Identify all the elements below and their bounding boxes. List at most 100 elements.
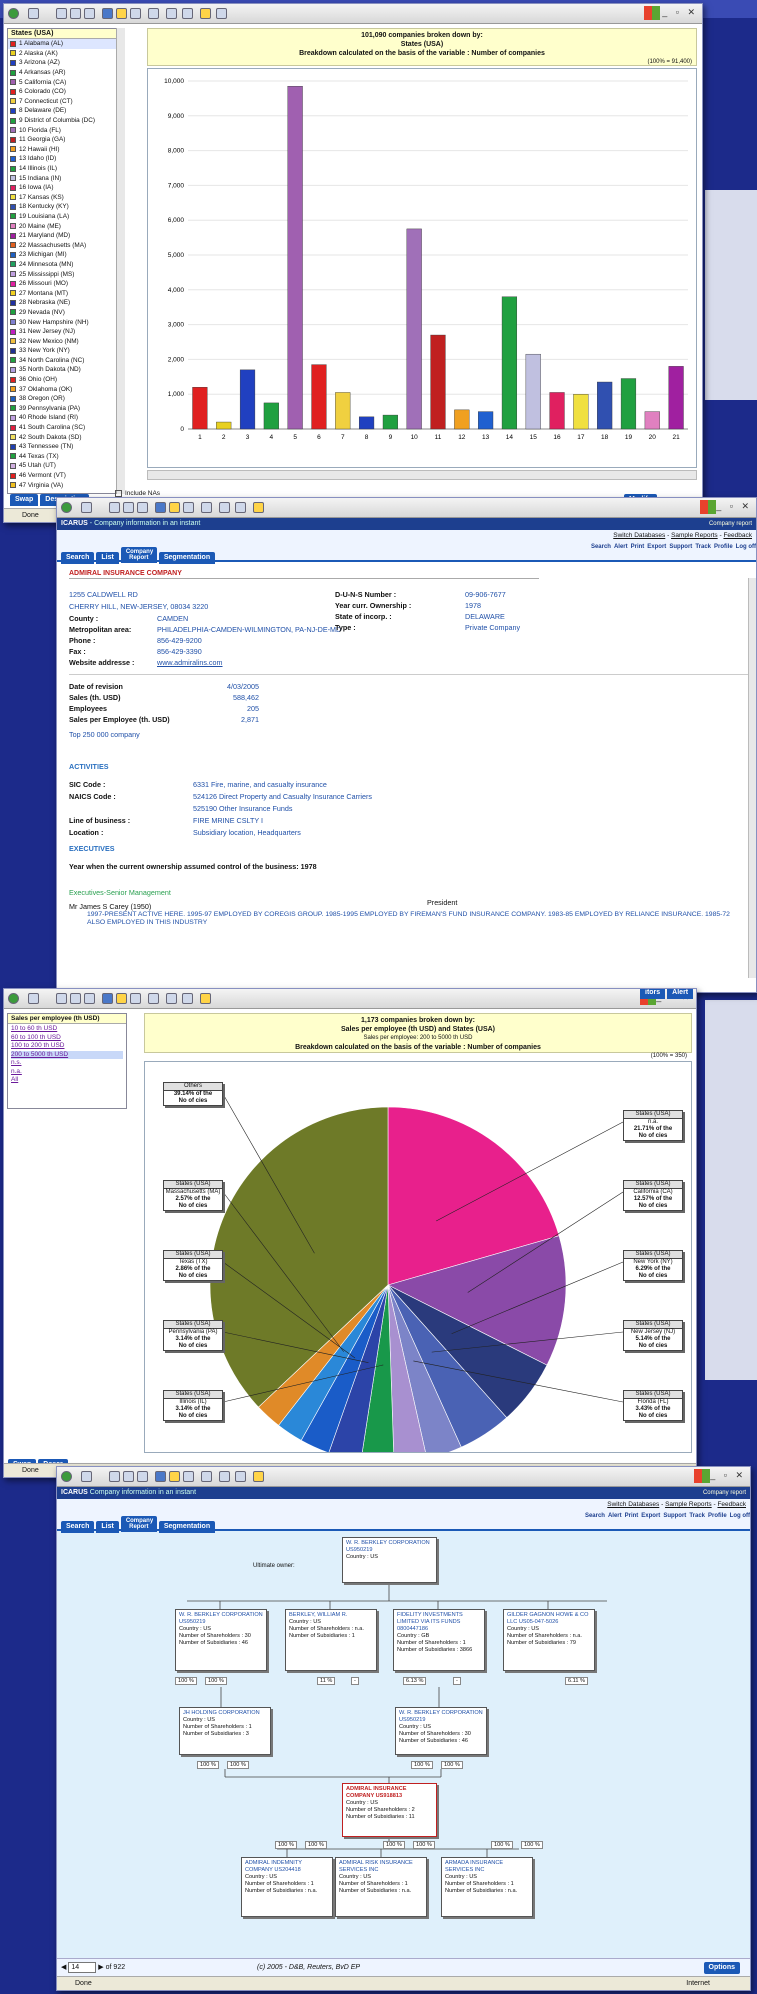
legend-item[interactable]: 20 Maine (ME): [8, 221, 124, 231]
bar[interactable]: [478, 411, 494, 430]
bar[interactable]: [382, 414, 398, 430]
bar[interactable]: [549, 392, 565, 430]
company-node-name[interactable]: W. R. BERKLEY CORPORATION US950219: [179, 1612, 263, 1626]
favorites-icon[interactable]: [169, 1471, 180, 1482]
legend-item[interactable]: 37 Oklahoma (OK): [8, 384, 124, 394]
company-node[interactable]: ADMIRAL RISK INSURANCE SERVICES INC Count…: [335, 1857, 427, 1917]
filter-option[interactable]: 10 to 60 th USD: [11, 1025, 123, 1034]
options-button[interactable]: Options: [703, 1962, 740, 1974]
page-input[interactable]: 14: [68, 1962, 97, 1973]
home-icon[interactable]: [84, 8, 95, 19]
bar[interactable]: [358, 416, 375, 430]
editors-button[interactable]: itors: [640, 989, 666, 999]
legend-item[interactable]: 1 Alabama (AL): [8, 39, 124, 49]
print-icon[interactable]: [219, 1471, 230, 1482]
legend-item[interactable]: 45 Utah (UT): [8, 461, 124, 471]
legend-item[interactable]: 47 Virginia (VA): [8, 480, 124, 490]
bar[interactable]: [239, 369, 256, 430]
folder-icon[interactable]: [200, 8, 211, 19]
bar[interactable]: [644, 411, 660, 430]
company-node-name[interactable]: ADMIRAL RISK INSURANCE SERVICES INC: [339, 1860, 423, 1874]
tool-support[interactable]: Support: [669, 544, 692, 550]
swap-button[interactable]: Swap: [10, 494, 39, 506]
legend-item[interactable]: 34 North Carolina (NC): [8, 356, 124, 366]
sample-reports-link[interactable]: Sample Reports: [665, 1501, 712, 1508]
chart-scrollbar[interactable]: [147, 470, 697, 480]
folder-icon[interactable]: [253, 502, 264, 513]
folder-icon[interactable]: [253, 1471, 264, 1482]
legend-item[interactable]: 23 Michigan (MI): [8, 250, 124, 260]
company-node[interactable]: ADMIRAL INSURANCE COMPANY US918813 Countr…: [342, 1783, 437, 1837]
legend-item[interactable]: 42 South Dakota (SD): [8, 432, 124, 442]
legend-item[interactable]: 11 Georgia (GA): [8, 135, 124, 145]
tool-profile[interactable]: Profile: [708, 1513, 727, 1519]
mail-icon[interactable]: [148, 8, 159, 19]
company-node-name[interactable]: ADMIRAL INSURANCE COMPANY US918813: [346, 1786, 433, 1800]
legend-item[interactable]: 41 South Carolina (SC): [8, 423, 124, 433]
legend-item[interactable]: 19 Louisiana (LA): [8, 212, 124, 222]
bar[interactable]: [668, 366, 684, 430]
search-icon[interactable]: [155, 1471, 166, 1482]
window-controls[interactable]: _ ▫ ✕: [710, 1470, 746, 1481]
legend-item[interactable]: 7 Connecticut (CT): [8, 97, 124, 107]
favorites-icon[interactable]: [169, 502, 180, 513]
legend-item[interactable]: 30 New Hampshire (NH): [8, 317, 124, 327]
legend-item[interactable]: 12 Hawaii (HI): [8, 145, 124, 155]
company-node[interactable]: W. R. BERKLEY CORPORATION US950219 Countr…: [175, 1609, 267, 1671]
filter-option[interactable]: All: [11, 1076, 123, 1085]
print-icon[interactable]: [166, 993, 177, 1004]
edit-icon[interactable]: [182, 8, 193, 19]
company-node-name[interactable]: ARMADA INSURANCE SERVICES INC: [445, 1860, 529, 1874]
print-icon[interactable]: [219, 502, 230, 513]
bar[interactable]: [406, 228, 422, 430]
company-node-name[interactable]: ADMIRAL INDEMNITY COMPANY US204418: [245, 1860, 329, 1874]
company-node-name[interactable]: GILDER GAGNON HOWE & CO LLC US05-047-502…: [507, 1612, 591, 1626]
bar[interactable]: [620, 378, 637, 430]
company-node-name[interactable]: W. R. BERKLEY CORPORATION US950219: [346, 1540, 433, 1554]
legend-item[interactable]: 27 Montana (MT): [8, 288, 124, 298]
history-icon[interactable]: [183, 502, 194, 513]
tool-profile[interactable]: Profile: [714, 544, 733, 550]
company-node[interactable]: JH HOLDING CORPORATION Country : US Number…: [179, 1707, 271, 1755]
company-node[interactable]: FIDELITY INVESTMENTS LIMITED via its fun…: [393, 1609, 485, 1671]
pager-next-icon[interactable]: ▶: [98, 1964, 103, 1971]
sample-reports-link[interactable]: Sample Reports: [671, 532, 718, 539]
home-icon[interactable]: [137, 502, 148, 513]
legend-item[interactable]: 33 New York (NY): [8, 346, 124, 356]
refresh-icon[interactable]: [70, 993, 81, 1004]
legend-item[interactable]: 43 Tennessee (TN): [8, 442, 124, 452]
mail-icon[interactable]: [148, 993, 159, 1004]
legend-item[interactable]: 5 California (CA): [8, 77, 124, 87]
legend-item[interactable]: 2 Alaska (AK): [8, 49, 124, 59]
refresh-icon[interactable]: [123, 1471, 134, 1482]
print-icon[interactable]: [166, 8, 177, 19]
forward-icon[interactable]: [28, 993, 39, 1004]
refresh-icon[interactable]: [70, 8, 81, 19]
legend-item[interactable]: 25 Mississippi (MS): [8, 269, 124, 279]
history-icon[interactable]: [183, 1471, 194, 1482]
legend-item[interactable]: 32 New Mexico (NM): [8, 336, 124, 346]
tool-log-off[interactable]: Log off: [730, 1513, 750, 1519]
back-icon[interactable]: [61, 1471, 72, 1482]
bar[interactable]: [525, 353, 541, 430]
window-controls[interactable]: _ ▫ ✕: [662, 7, 698, 18]
company-node[interactable]: BERKLEY, WILLIAM R. Country : US Number of…: [285, 1609, 377, 1671]
legend-item[interactable]: 21 Maryland (MD): [8, 231, 124, 241]
legend-item[interactable]: 44 Texas (TX): [8, 452, 124, 462]
company-node-name[interactable]: W. R. BERKLEY CORPORATION US950219: [399, 1710, 483, 1724]
legend-item[interactable]: 15 Indiana (IN): [8, 173, 124, 183]
legend-item[interactable]: 38 Oregon (OR): [8, 394, 124, 404]
company-node[interactable]: GILDER GAGNON HOWE & CO LLC US05-047-502…: [503, 1609, 595, 1671]
history-icon[interactable]: [130, 993, 141, 1004]
legend-item[interactable]: 35 North Dakota (ND): [8, 365, 124, 375]
stop-icon[interactable]: [56, 8, 67, 19]
tool-support[interactable]: Support: [663, 1513, 686, 1519]
bar[interactable]: [216, 421, 232, 430]
bar[interactable]: [311, 364, 327, 430]
company-node[interactable]: W. R. BERKLEY CORPORATION US950219 Countr…: [395, 1707, 487, 1755]
history-icon[interactable]: [130, 8, 141, 19]
filter-option[interactable]: 200 to 5000 th USD: [11, 1050, 123, 1059]
bar[interactable]: [501, 296, 518, 430]
tool-track[interactable]: Track: [689, 1513, 705, 1519]
legend-item[interactable]: 14 Illinois (IL): [8, 164, 124, 174]
